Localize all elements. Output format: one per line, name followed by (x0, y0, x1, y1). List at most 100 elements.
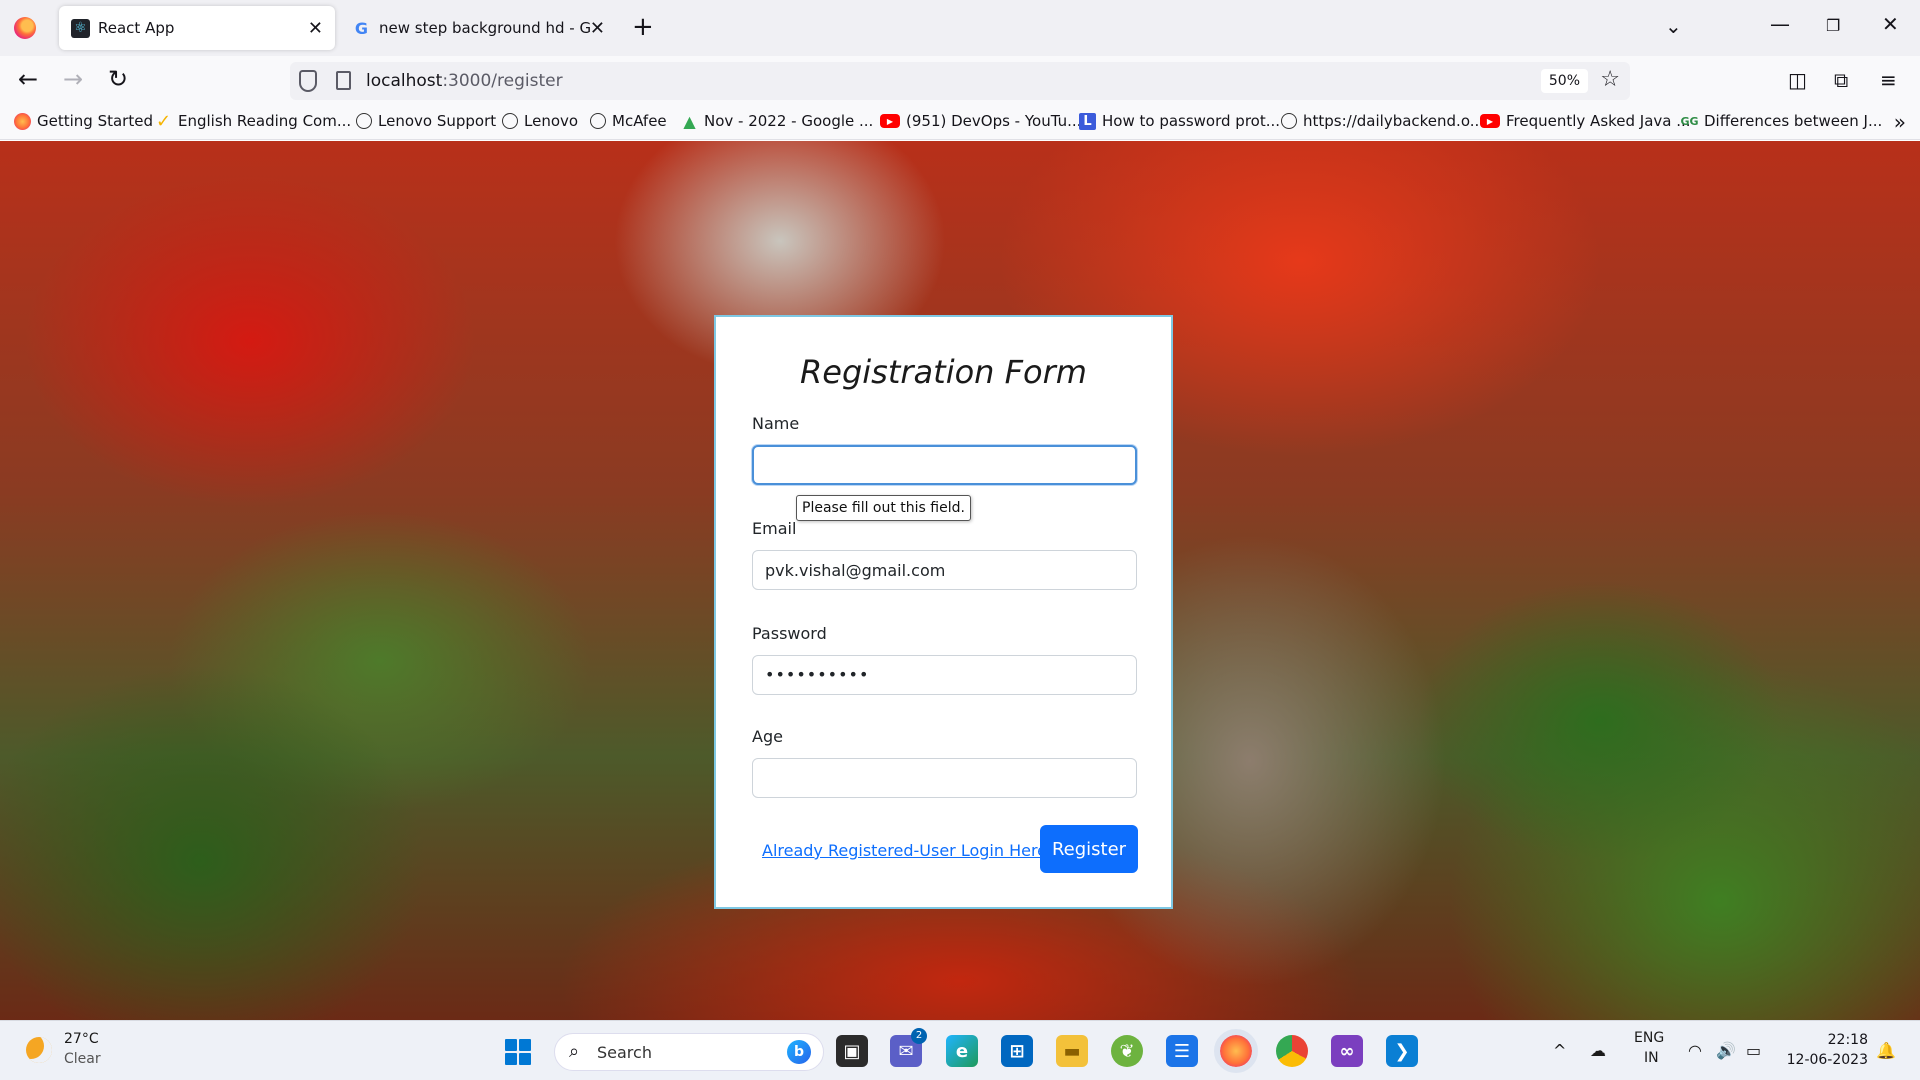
bookmark-item[interactable]: ▶ (951) DevOps - YouTu... (880, 112, 1081, 130)
bookmark-item[interactable]: ▶ Frequently Asked Java ... (1480, 112, 1691, 130)
teams-badge: 2 (911, 1028, 927, 1044)
age-input[interactable] (752, 758, 1137, 798)
tab-title: new step background hd - Goo (379, 19, 591, 37)
tracking-protection-shield-icon[interactable] (299, 70, 317, 92)
taskbar: 27°C Clear ⌕ Search b ▣ ✉ e ⊞ ▬ ❦ ☰ ∞ ❯ … (0, 1020, 1920, 1080)
new-tab-button[interactable]: + (632, 14, 654, 40)
notifications-icon[interactable]: 🔔 (1876, 1041, 1896, 1060)
pocket-icon[interactable]: ◫ (1788, 68, 1807, 92)
bookmark-item[interactable]: ▲ Nov - 2022 - Google ... (681, 111, 874, 131)
close-tab-icon[interactable]: ✕ (308, 18, 323, 39)
notepad-icon[interactable]: ☰ (1166, 1035, 1198, 1067)
windows-start-icon[interactable] (505, 1039, 531, 1065)
react-icon: ⚛ (71, 18, 90, 38)
age-label: Age (752, 727, 783, 746)
language-region[interactable]: IN (1644, 1050, 1659, 1066)
forward-button[interactable]: → (63, 66, 83, 92)
tab-title: React App (98, 19, 175, 37)
url-text[interactable]: localhost:3000/register (366, 71, 563, 91)
url-path: :3000/register (442, 71, 563, 91)
bookmark-label: https://dailybackend.o... (1303, 112, 1485, 130)
address-bar[interactable]: localhost:3000/register 50% ☆ (290, 62, 1630, 100)
navigation-toolbar: ← → ↻ localhost:3000/register 50% ☆ ◫ ⧉ … (0, 56, 1920, 104)
bookmark-item[interactable]: McAfee (590, 112, 667, 130)
bookmark-label: (951) DevOps - YouTu... (906, 112, 1082, 130)
bookmark-item[interactable]: https://dailybackend.o... (1281, 112, 1484, 130)
task-view-icon[interactable]: ▣ (836, 1035, 868, 1067)
restore-button[interactable]: ❐ (1826, 16, 1840, 35)
weather-temperature[interactable]: 27°C (64, 1031, 99, 1047)
page-info-icon[interactable] (336, 71, 351, 90)
clock-time: 22:18 (1827, 1032, 1868, 1048)
onedrive-icon[interactable]: ☁ (1590, 1041, 1606, 1060)
language-indicator[interactable]: ENG (1634, 1030, 1664, 1046)
taskbar-search[interactable]: ⌕ Search b (554, 1033, 824, 1071)
globe-icon (1281, 113, 1297, 129)
bookmark-item[interactable]: GG Differences between J... (1680, 112, 1883, 130)
validation-tooltip: Please fill out this field. (796, 495, 971, 521)
wifi-icon[interactable]: ◠ (1688, 1041, 1702, 1060)
edge-icon[interactable]: e (946, 1035, 978, 1067)
more-bookmarks-icon[interactable]: » (1894, 110, 1906, 134)
extensions-icon[interactable]: ⧉ (1834, 68, 1848, 92)
list-all-tabs-icon[interactable]: ⌄ (1665, 14, 1682, 38)
reload-button[interactable]: ↻ (108, 66, 128, 92)
bookmark-item[interactable]: Getting Started (14, 112, 153, 130)
back-button[interactable]: ← (18, 66, 38, 92)
app-menu-icon[interactable]: ≡ (1880, 68, 1897, 92)
globe-icon (590, 113, 606, 129)
url-host: localhost (366, 71, 443, 91)
firefox-taskbar-icon[interactable] (1214, 1029, 1258, 1073)
email-label: Email (752, 519, 797, 538)
bookmark-label: How to password prot... (1102, 112, 1281, 130)
bookmark-label: Nov - 2022 - Google ... (704, 112, 874, 130)
spring-tool-suite-icon[interactable]: ❦ (1111, 1035, 1143, 1067)
bookmark-label: Differences between J... (1704, 112, 1883, 130)
search-placeholder: Search (597, 1043, 652, 1062)
tab-react-app[interactable]: ⚛ React App ✕ (59, 6, 335, 50)
firefox-menu-icon[interactable] (14, 17, 36, 39)
vscode-icon[interactable]: ❯ (1386, 1035, 1418, 1067)
email-input[interactable] (752, 550, 1137, 590)
check-icon: ✓ (155, 110, 172, 132)
bookmark-item[interactable]: ✓ English Reading Com... (155, 110, 352, 132)
tab-google-search[interactable]: G new step background hd - Goo ✕ (340, 6, 615, 50)
name-label: Name (752, 414, 800, 433)
minimize-button[interactable]: — (1770, 12, 1790, 36)
chrome-icon[interactable] (1276, 1035, 1308, 1067)
moon-weather-icon[interactable] (26, 1037, 52, 1063)
youtube-icon: ▶ (1480, 114, 1500, 128)
chevron-up-icon[interactable]: ^ (1553, 1041, 1566, 1060)
google-icon: G (354, 18, 369, 38)
tab-strip: ⚛ React App ✕ G new step background hd -… (0, 0, 1920, 56)
bookmark-label: Lenovo (524, 112, 579, 130)
name-input[interactable] (752, 445, 1137, 485)
system-clock[interactable]: 22:18 12-06-2023 (1787, 1030, 1868, 1070)
microsoft-store-icon[interactable]: ⊞ (1001, 1035, 1033, 1067)
bookmarks-toolbar: Getting Started ✓ English Reading Com...… (0, 104, 1920, 140)
search-icon: ⌕ (569, 1041, 580, 1062)
login-link[interactable]: Already Registered-User Login Here (762, 841, 1047, 860)
password-input[interactable]: •••••••••• (752, 655, 1137, 695)
bookmark-label: English Reading Com... (178, 112, 352, 130)
bookmark-star-icon[interactable]: ☆ (1600, 67, 1620, 92)
battery-icon[interactable]: ▭ (1746, 1041, 1761, 1060)
bookmark-item[interactable]: Lenovo Support (356, 112, 496, 130)
weather-condition[interactable]: Clear (64, 1051, 101, 1067)
bookmark-label: Getting Started (37, 112, 153, 130)
bookmark-item[interactable]: Lenovo (502, 112, 578, 130)
close-tab-icon[interactable]: ✕ (590, 18, 605, 39)
bookmark-item[interactable]: L How to password prot... (1079, 112, 1280, 130)
geeks-icon: GG (1680, 114, 1699, 128)
bookmark-l-icon: L (1079, 112, 1096, 130)
visual-studio-icon[interactable]: ∞ (1331, 1035, 1363, 1067)
zoom-indicator[interactable]: 50% (1540, 69, 1588, 93)
bookmark-label: McAfee (612, 112, 667, 130)
google-drive-icon: ▲ (683, 111, 696, 131)
close-window-button[interactable]: ✕ (1882, 12, 1899, 36)
file-explorer-icon[interactable]: ▬ (1056, 1035, 1088, 1067)
volume-icon[interactable]: 🔊 (1716, 1041, 1736, 1060)
form-title: Registration Form (800, 353, 1087, 391)
register-button[interactable]: Register (1040, 825, 1138, 873)
bing-icon[interactable]: b (787, 1040, 811, 1064)
